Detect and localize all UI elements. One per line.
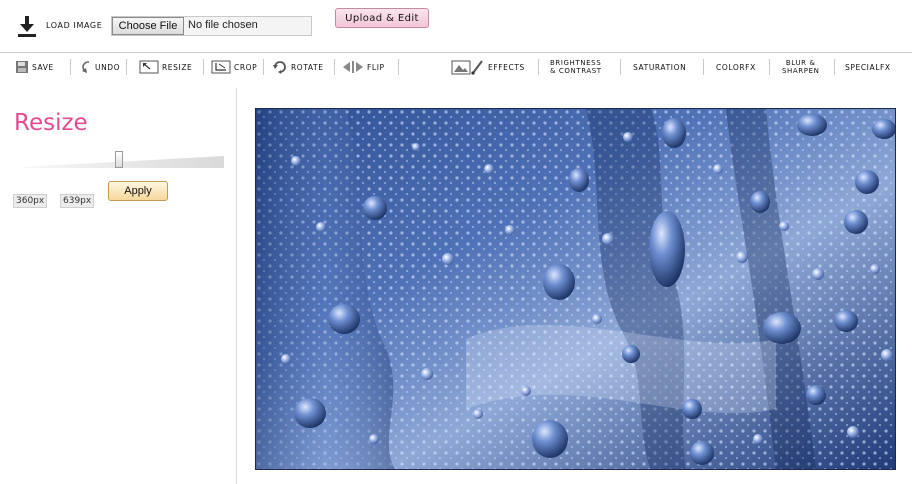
separator [620,59,621,75]
resize-slider-track[interactable] [24,156,224,168]
separator [834,59,835,75]
water-droplets-image [256,109,895,469]
rotate-icon [273,61,286,74]
top-bar: LOAD IMAGE Choose File No file chosen Up… [0,0,912,48]
toolbar-rotate[interactable]: ROTATE [272,58,324,76]
crop-label: CROP [234,62,258,72]
height-value[interactable]: 639px [60,194,95,208]
toolbar-resize[interactable]: RESIZE [139,58,192,76]
separator [769,59,770,75]
undo-label: UNDO [95,62,121,72]
toolbar-save[interactable]: SAVE [15,58,54,76]
separator [70,59,71,75]
toolbar-flip[interactable]: FLIP [342,58,385,76]
separator [263,59,264,75]
resize-icon [139,60,159,74]
image-brush-icon [451,60,483,75]
toolbar-blur-sharpen[interactable]: BLUR & SHARPEN [782,58,819,76]
toolbar-undo[interactable]: UNDO [80,58,120,76]
crop-icon [211,60,231,74]
saturation-label: SATURATION [633,62,687,72]
rotate-label: ROTATE [291,62,324,72]
width-value[interactable]: 360px [13,194,48,208]
image-canvas[interactable] [255,108,896,470]
effects-label: EFFECTS [488,62,525,72]
flip-label: FLIP [367,62,385,72]
download-icon[interactable] [15,14,39,38]
toolbar-crop[interactable]: CROP [211,58,257,76]
colorfx-label: COLORFX [716,62,756,72]
toolbar-effects[interactable]: EFFECTS [451,58,525,76]
load-image-label: LOAD IMAGE [46,21,103,30]
separator [126,59,127,75]
brightness-label-line1: BRIGHTNESS [550,59,602,67]
separator [398,59,399,75]
brightness-label-line2: & CONTRAST [550,67,602,75]
file-input[interactable]: Choose File No file chosen [111,16,312,36]
flip-icon [343,61,363,73]
apply-button[interactable]: Apply [108,181,168,201]
upload-edit-button[interactable]: Upload & Edit [335,8,429,28]
save-label: SAVE [32,62,54,72]
toolbar-saturation[interactable]: SATURATION [633,58,686,76]
separator [334,59,335,75]
toolbar-brightness-contrast[interactable]: BRIGHTNESS & CONTRAST [550,58,602,76]
toolbar-colorfx[interactable]: COLORFX [716,58,756,76]
resize-slider-thumb[interactable] [115,151,123,168]
undo-icon [82,61,90,73]
resize-panel: Resize 360px 639px Apply [0,88,236,484]
separator [203,59,204,75]
choose-file-button[interactable]: Choose File [112,17,184,35]
blur-label-line2: SHARPEN [782,67,820,75]
resize-label: RESIZE [162,62,193,72]
file-status-text: No file chosen [188,19,258,31]
panel-divider [236,88,237,484]
toolbar-specialfx[interactable]: SPECIALFX [845,58,891,76]
specialfx-label: SPECIALFX [845,62,891,72]
separator [538,59,539,75]
panel-title: Resize [14,110,88,136]
blur-label-line1: BLUR & [785,59,816,67]
toolbar: SAVE UNDO RESIZE CROP ROTATE FLIP EFFECT… [0,53,912,79]
separator [703,59,704,75]
floppy-icon [16,61,28,73]
